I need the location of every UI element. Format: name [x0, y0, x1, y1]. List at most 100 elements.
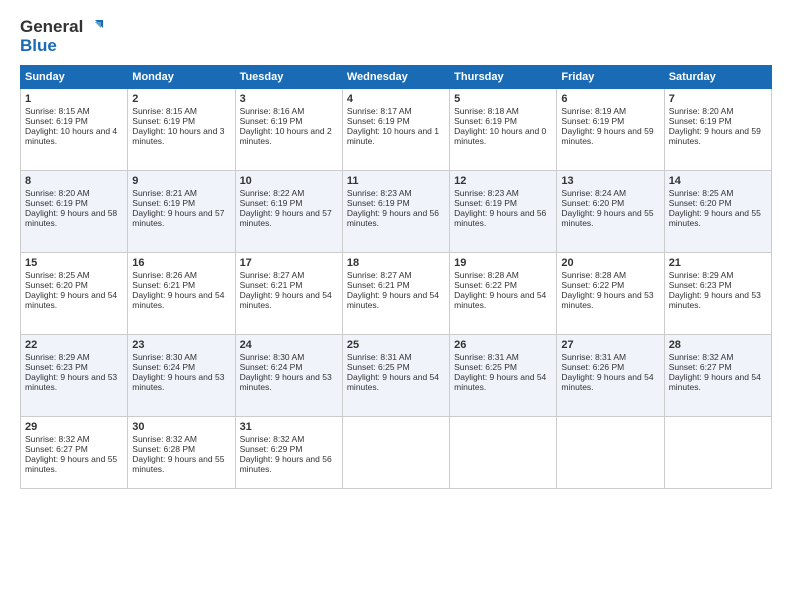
daylight: Daylight: 10 hours and 1 minute.	[347, 126, 439, 146]
page: General Blue SundayMondayTuesdayWednesda…	[0, 0, 792, 612]
day-number: 17	[240, 257, 338, 269]
sunset: Sunset: 6:28 PM	[132, 444, 195, 454]
day-number: 4	[347, 93, 445, 105]
day-number: 6	[561, 93, 659, 105]
calendar-cell: 2Sunrise: 8:15 AMSunset: 6:19 PMDaylight…	[128, 89, 235, 171]
day-number: 20	[561, 257, 659, 269]
day-number: 3	[240, 93, 338, 105]
calendar-cell: 15Sunrise: 8:25 AMSunset: 6:20 PMDayligh…	[21, 253, 128, 335]
sunrise: Sunrise: 8:27 AM	[347, 270, 412, 280]
sunrise: Sunrise: 8:32 AM	[25, 434, 90, 444]
sunset: Sunset: 6:19 PM	[347, 198, 410, 208]
calendar-cell: 31Sunrise: 8:32 AMSunset: 6:29 PMDayligh…	[235, 417, 342, 489]
calendar-cell: 6Sunrise: 8:19 AMSunset: 6:19 PMDaylight…	[557, 89, 664, 171]
day-number: 29	[25, 421, 123, 433]
daylight: Daylight: 9 hours and 55 minutes.	[25, 454, 117, 474]
day-number: 27	[561, 339, 659, 351]
weekday-header-thursday: Thursday	[450, 66, 557, 89]
day-number: 19	[454, 257, 552, 269]
day-number: 26	[454, 339, 552, 351]
calendar-cell: 18Sunrise: 8:27 AMSunset: 6:21 PMDayligh…	[342, 253, 449, 335]
calendar-cell	[664, 417, 771, 489]
sunset: Sunset: 6:19 PM	[454, 116, 517, 126]
sunset: Sunset: 6:24 PM	[132, 362, 195, 372]
sunrise: Sunrise: 8:15 AM	[25, 106, 90, 116]
day-number: 14	[669, 175, 767, 187]
weekday-header-friday: Friday	[557, 66, 664, 89]
sunset: Sunset: 6:19 PM	[25, 116, 88, 126]
sunrise: Sunrise: 8:31 AM	[347, 352, 412, 362]
daylight: Daylight: 10 hours and 3 minutes.	[132, 126, 224, 146]
sunrise: Sunrise: 8:24 AM	[561, 188, 626, 198]
sunrise: Sunrise: 8:16 AM	[240, 106, 305, 116]
weekday-header-saturday: Saturday	[664, 66, 771, 89]
sunrise: Sunrise: 8:15 AM	[132, 106, 197, 116]
calendar-cell: 13Sunrise: 8:24 AMSunset: 6:20 PMDayligh…	[557, 171, 664, 253]
weekday-header-sunday: Sunday	[21, 66, 128, 89]
sunrise: Sunrise: 8:27 AM	[240, 270, 305, 280]
sunset: Sunset: 6:21 PM	[240, 280, 303, 290]
daylight: Daylight: 9 hours and 56 minutes.	[347, 208, 439, 228]
header: General Blue	[20, 18, 772, 55]
calendar-cell: 4Sunrise: 8:17 AMSunset: 6:19 PMDaylight…	[342, 89, 449, 171]
day-number: 7	[669, 93, 767, 105]
sunset: Sunset: 6:20 PM	[25, 280, 88, 290]
logo-bird-icon	[85, 18, 103, 36]
sunset: Sunset: 6:21 PM	[132, 280, 195, 290]
sunset: Sunset: 6:24 PM	[240, 362, 303, 372]
sunrise: Sunrise: 8:29 AM	[25, 352, 90, 362]
logo-blue: Blue	[20, 37, 57, 56]
sunset: Sunset: 6:19 PM	[669, 116, 732, 126]
sunrise: Sunrise: 8:20 AM	[25, 188, 90, 198]
daylight: Daylight: 9 hours and 54 minutes.	[240, 290, 332, 310]
daylight: Daylight: 9 hours and 54 minutes.	[25, 290, 117, 310]
calendar-cell: 14Sunrise: 8:25 AMSunset: 6:20 PMDayligh…	[664, 171, 771, 253]
sunset: Sunset: 6:20 PM	[669, 198, 732, 208]
sunset: Sunset: 6:19 PM	[132, 116, 195, 126]
day-number: 1	[25, 93, 123, 105]
calendar-cell: 17Sunrise: 8:27 AMSunset: 6:21 PMDayligh…	[235, 253, 342, 335]
daylight: Daylight: 9 hours and 54 minutes.	[454, 290, 546, 310]
sunrise: Sunrise: 8:19 AM	[561, 106, 626, 116]
daylight: Daylight: 9 hours and 54 minutes.	[132, 290, 224, 310]
calendar-cell	[450, 417, 557, 489]
sunrise: Sunrise: 8:23 AM	[454, 188, 519, 198]
sunset: Sunset: 6:19 PM	[240, 198, 303, 208]
calendar-cell: 1Sunrise: 8:15 AMSunset: 6:19 PMDaylight…	[21, 89, 128, 171]
sunrise: Sunrise: 8:20 AM	[669, 106, 734, 116]
sunrise: Sunrise: 8:32 AM	[240, 434, 305, 444]
calendar-cell: 9Sunrise: 8:21 AMSunset: 6:19 PMDaylight…	[128, 171, 235, 253]
sunrise: Sunrise: 8:21 AM	[132, 188, 197, 198]
daylight: Daylight: 9 hours and 56 minutes.	[454, 208, 546, 228]
day-number: 25	[347, 339, 445, 351]
calendar-cell: 22Sunrise: 8:29 AMSunset: 6:23 PMDayligh…	[21, 335, 128, 417]
day-number: 13	[561, 175, 659, 187]
sunset: Sunset: 6:27 PM	[25, 444, 88, 454]
daylight: Daylight: 9 hours and 55 minutes.	[561, 208, 653, 228]
day-number: 5	[454, 93, 552, 105]
calendar-cell: 28Sunrise: 8:32 AMSunset: 6:27 PMDayligh…	[664, 335, 771, 417]
day-number: 9	[132, 175, 230, 187]
calendar-cell: 7Sunrise: 8:20 AMSunset: 6:19 PMDaylight…	[664, 89, 771, 171]
day-number: 15	[25, 257, 123, 269]
sunset: Sunset: 6:22 PM	[561, 280, 624, 290]
daylight: Daylight: 9 hours and 56 minutes.	[240, 454, 332, 474]
sunrise: Sunrise: 8:22 AM	[240, 188, 305, 198]
calendar-cell: 16Sunrise: 8:26 AMSunset: 6:21 PMDayligh…	[128, 253, 235, 335]
sunset: Sunset: 6:23 PM	[25, 362, 88, 372]
calendar-cell: 20Sunrise: 8:28 AMSunset: 6:22 PMDayligh…	[557, 253, 664, 335]
sunrise: Sunrise: 8:29 AM	[669, 270, 734, 280]
week-row-1: 1Sunrise: 8:15 AMSunset: 6:19 PMDaylight…	[21, 89, 772, 171]
day-number: 24	[240, 339, 338, 351]
sunrise: Sunrise: 8:28 AM	[561, 270, 626, 280]
day-number: 10	[240, 175, 338, 187]
calendar-cell: 3Sunrise: 8:16 AMSunset: 6:19 PMDaylight…	[235, 89, 342, 171]
calendar-cell: 21Sunrise: 8:29 AMSunset: 6:23 PMDayligh…	[664, 253, 771, 335]
sunset: Sunset: 6:20 PM	[561, 198, 624, 208]
daylight: Daylight: 9 hours and 55 minutes.	[669, 208, 761, 228]
daylight: Daylight: 9 hours and 54 minutes.	[669, 372, 761, 392]
daylight: Daylight: 10 hours and 0 minutes.	[454, 126, 546, 146]
daylight: Daylight: 9 hours and 58 minutes.	[25, 208, 117, 228]
sunset: Sunset: 6:19 PM	[561, 116, 624, 126]
calendar-cell: 11Sunrise: 8:23 AMSunset: 6:19 PMDayligh…	[342, 171, 449, 253]
